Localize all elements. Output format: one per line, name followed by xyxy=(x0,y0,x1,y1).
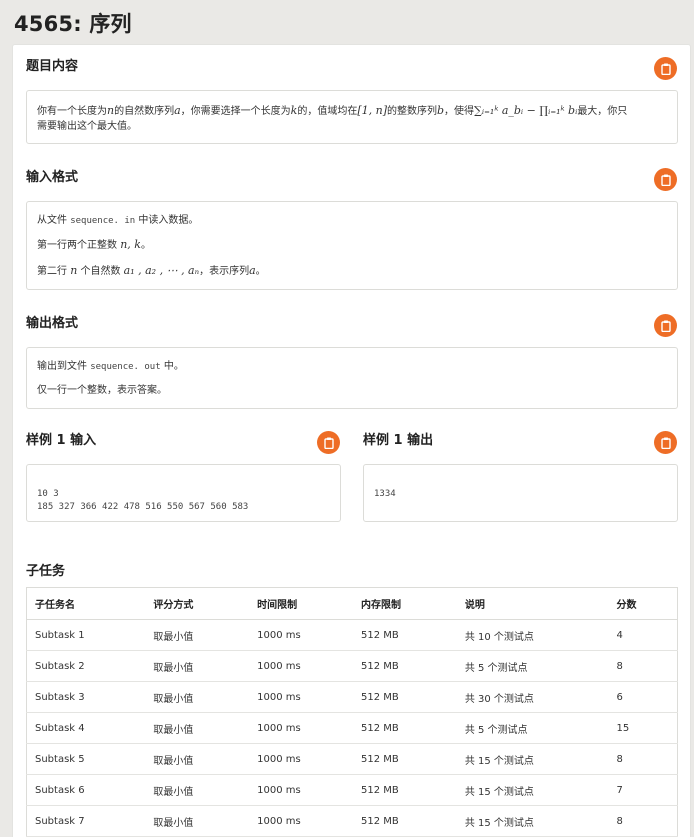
clipboard-icon xyxy=(323,437,334,449)
clipboard-icon xyxy=(660,63,671,75)
problem-card: 题目内容 你有一个长度为n的自然数序列a，你需要选择一个长度为k的，值域均在[1… xyxy=(12,44,691,837)
header-memory-limit: 内存限制 xyxy=(353,587,457,620)
input-format-line-1: 从文件 sequence. in 中读入数据。 xyxy=(37,215,199,226)
clipboard-icon xyxy=(660,320,671,332)
input-format-line-2: 第一行两个正整数 n, k。 xyxy=(37,238,151,251)
header-score: 分数 xyxy=(608,587,678,620)
page-title: 4565: 序列 xyxy=(14,12,132,36)
copy-description-button[interactable] xyxy=(654,57,677,80)
copy-sample-output-button[interactable] xyxy=(654,431,677,454)
table-row: Subtask 3 取最小值 1000 ms 512 MB 共 30 个测试点 6 xyxy=(26,681,678,713)
subtasks-title: 子任务 xyxy=(26,564,66,579)
subtasks-table: 子任务名 评分方式 时间限制 内存限制 说明 分数 Subtask 1 取最小值 1… xyxy=(26,587,678,837)
copy-input-format-button[interactable] xyxy=(654,168,677,191)
description-line-2: 需要输出这个最大值。 xyxy=(37,121,137,132)
sample-output-box[interactable]: 1334 xyxy=(363,464,678,522)
description-line-1: 你有一个长度为n的自然数序列a，你需要选择一个长度为k的，值域均在[1, n]的… xyxy=(37,104,628,117)
sample-input-title: 样例 1 输入 xyxy=(26,433,97,448)
description-box: 你有一个长度为n的自然数序列a，你需要选择一个长度为k的，值域均在[1, n]的… xyxy=(26,90,678,144)
sample-output-content: 1334 xyxy=(374,489,396,499)
header-description: 说明 xyxy=(456,587,609,620)
output-format-box: 输出到文件 sequence. out 中。 仅一行一个整数，表示答案。 xyxy=(26,347,678,409)
clipboard-icon xyxy=(660,437,671,449)
copy-output-format-button[interactable] xyxy=(654,314,677,337)
table-row: Subtask 1 取最小值 1000 ms 512 MB 共 10 个测试点 4 xyxy=(26,619,678,651)
input-format-title: 输入格式 xyxy=(26,170,79,185)
input-format-box: 从文件 sequence. in 中读入数据。 第一行两个正整数 n, k。 第… xyxy=(26,201,678,290)
sample-input-content: 10 3 185 327 366 422 478 516 550 567 560… xyxy=(37,489,249,512)
copy-sample-input-button[interactable] xyxy=(317,431,340,454)
input-format-line-3: 第二行 n 个自然数 a₁ , a₂ , ⋯ , aₙ，表示序列a。 xyxy=(37,264,266,277)
clipboard-icon xyxy=(660,174,671,186)
table-row: Subtask 2 取最小值 1000 ms 512 MB 共 5 个测试点 8 xyxy=(26,650,678,682)
header-time-limit: 时间限制 xyxy=(249,587,353,620)
output-format-line-1: 输出到文件 sequence. out 中。 xyxy=(37,361,184,372)
output-format-title: 输出格式 xyxy=(26,316,79,331)
objective-formula: ∑ᵢ₌₁ᵏ a_bᵢ − ∏ᵢ₌₁ᵏ bᵢ xyxy=(474,104,578,117)
sample-input-box[interactable]: 10 3 185 327 366 422 478 516 550 567 560… xyxy=(26,464,341,522)
table-row: Subtask 7 取最小值 1000 ms 512 MB 共 15 个测试点 8 xyxy=(26,805,678,837)
table-row: Subtask 4 取最小值 1000 ms 512 MB 共 5 个测试点 15 xyxy=(26,712,678,744)
description-title: 题目内容 xyxy=(26,59,79,74)
header-subtask-name: 子任务名 xyxy=(26,587,146,620)
output-format-line-2: 仅一行一个整数，表示答案。 xyxy=(37,385,167,396)
sample-output-title: 样例 1 输出 xyxy=(363,433,434,448)
table-row: Subtask 5 取最小值 1000 ms 512 MB 共 15 个测试点 8 xyxy=(26,743,678,775)
subtasks-header-row: 子任务名 评分方式 时间限制 内存限制 说明 分数 xyxy=(26,587,678,620)
table-row: Subtask 6 取最小值 1000 ms 512 MB 共 15 个测试点 7 xyxy=(26,774,678,806)
header-scoring: 评分方式 xyxy=(145,587,250,620)
